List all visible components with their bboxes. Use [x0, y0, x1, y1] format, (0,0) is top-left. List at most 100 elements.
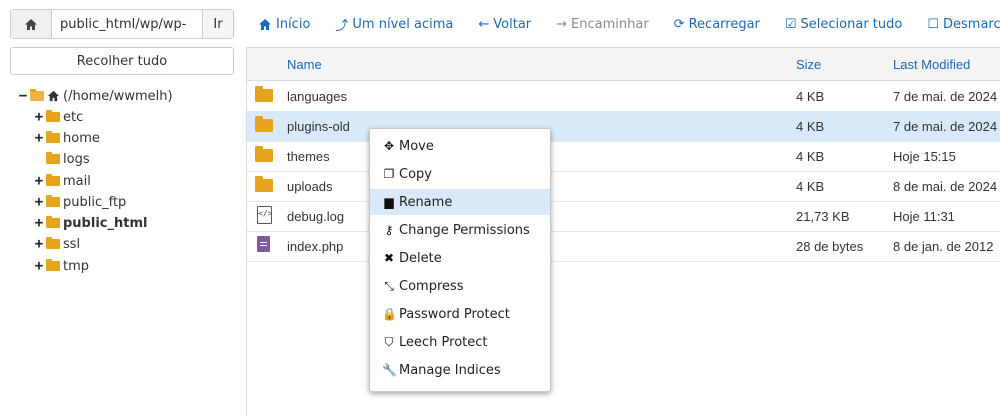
menu-item-compress[interactable]: ⤡ Compress	[370, 273, 550, 299]
column-header-size[interactable]: Size	[796, 57, 821, 72]
tree-item-logs[interactable]: logs	[34, 149, 90, 169]
forward-label: Encaminhar	[571, 16, 649, 32]
move-icon: ✥	[383, 139, 395, 153]
menu-item-label: Delete	[399, 250, 442, 266]
collapse-all-button[interactable]: Recolher tudo	[10, 47, 234, 75]
menu-item-password-protect[interactable]: 🔒 Password Protect	[370, 301, 550, 327]
table-row[interactable]: uploads 4 KB 8 de mai. de 2024	[247, 171, 1000, 202]
tree-item-public-html[interactable]: + public_html	[34, 213, 148, 233]
folder-open-icon	[30, 89, 44, 101]
file-size: 4 KB	[796, 179, 825, 194]
table-row[interactable]: languages 4 KB 7 de mai. de 2024	[247, 81, 1000, 112]
menu-item-delete[interactable]: ✖ Delete	[370, 245, 550, 271]
folder-icon	[46, 195, 60, 207]
tree-item-label: etc	[63, 109, 84, 125]
expand-toggle[interactable]: +	[34, 194, 44, 210]
menu-item-change-permissions[interactable]: ⚷ Change Permissions	[370, 217, 550, 243]
up-one-level-button[interactable]: ⤴ Um nível acima	[335, 15, 453, 34]
shield-icon: ⛉	[384, 334, 394, 349]
compress-icon: ⤡	[384, 278, 394, 293]
deselect-button[interactable]: ☐ Desmarcar	[927, 17, 1000, 32]
menu-item-label: Compress	[399, 278, 464, 294]
tree-item-home[interactable]: + home	[34, 128, 100, 148]
file-name: index.php	[287, 239, 344, 254]
file-modified: 7 de mai. de 2024	[893, 119, 998, 134]
select-all-button[interactable]: ☑ Selecionar tudo	[785, 17, 902, 32]
collapse-toggle[interactable]: −	[18, 88, 28, 104]
lock-icon: 🔒	[382, 307, 397, 321]
file-size: 28 de bytes	[796, 239, 864, 254]
file-size: 4 KB	[796, 89, 825, 104]
tree-root-label: (/home/wwmelh)	[63, 88, 173, 104]
home-icon	[25, 18, 37, 30]
tree-item-label: mail	[63, 173, 91, 189]
file-modified: Hoje 11:31	[893, 209, 955, 224]
menu-item-label: Copy	[399, 166, 432, 182]
folder-icon	[46, 237, 60, 249]
menu-item-manage-indices[interactable]: 🔧 Manage Indices	[370, 357, 550, 383]
x-icon: ✖	[383, 251, 395, 265]
folder-icon	[46, 259, 60, 271]
forward-button[interactable]: → Encaminhar	[556, 17, 649, 32]
folder-icon	[46, 174, 60, 186]
file-name: languages	[287, 89, 347, 104]
menu-item-label: Rename	[399, 194, 453, 210]
expand-toggle[interactable]: +	[34, 173, 44, 189]
menu-item-rename[interactable]: ▆ Rename	[370, 189, 550, 215]
context-menu: ✥ Move ❐ Copy ▆ Rename ⚷ Change Permissi…	[369, 128, 551, 392]
folder-icon	[46, 110, 60, 122]
checked-box-icon: ☑	[784, 16, 797, 32]
menu-item-leech-protect[interactable]: ⛉ Leech Protect	[370, 329, 550, 355]
tree-root[interactable]: − (/home/wwmelh)	[18, 86, 173, 106]
file-modified: Hoje 15:15	[893, 149, 956, 164]
file-name: debug.log	[287, 209, 345, 224]
file-modified: 8 de mai. de 2024	[893, 179, 998, 194]
expand-toggle[interactable]: +	[34, 109, 44, 125]
file-name: uploads	[287, 179, 333, 194]
tree-item-etc[interactable]: + etc	[34, 107, 83, 127]
home-icon	[47, 90, 60, 102]
key-icon: ⚷	[384, 223, 394, 237]
menu-item-move[interactable]: ✥ Move	[370, 133, 550, 159]
menu-item-label: Move	[399, 138, 434, 154]
menu-item-label: Change Permissions	[399, 222, 530, 238]
file-size: 4 KB	[796, 149, 825, 164]
home-nav-button[interactable]: Início	[258, 17, 310, 32]
tree-item-label: logs	[63, 151, 90, 167]
expand-toggle[interactable]: +	[34, 236, 44, 252]
menu-item-label: Manage Indices	[399, 362, 501, 378]
menu-item-label: Leech Protect	[399, 334, 488, 350]
table-header: Name Size Last Modified	[247, 48, 1000, 81]
menu-item-copy[interactable]: ❐ Copy	[370, 161, 550, 187]
up-one-level-label: Um nível acima	[352, 16, 454, 32]
tree-item-tmp[interactable]: + tmp	[34, 256, 89, 276]
reload-button[interactable]: ⟳ Recarregar	[674, 17, 760, 32]
tree-item-label: public_html	[63, 215, 148, 231]
go-button[interactable]: Ir	[202, 10, 233, 38]
path-input[interactable]	[52, 10, 202, 38]
column-header-modified[interactable]: Last Modified	[893, 57, 970, 72]
expand-toggle[interactable]: +	[34, 130, 44, 146]
file-size: 4 KB	[796, 119, 825, 134]
back-button[interactable]: ← Voltar	[478, 17, 531, 32]
left-pane: Ir Recolher tudo − (/home/wwmelh) + etc …	[0, 0, 240, 415]
folder-icon	[46, 152, 60, 164]
expand-toggle[interactable]: +	[34, 215, 44, 231]
tree-item-mail[interactable]: + mail	[34, 171, 91, 191]
column-header-name[interactable]: Name	[287, 57, 322, 72]
table-row-selected[interactable]: plugins-old 4 KB 7 de mai. de 2024	[247, 111, 1000, 142]
table-row[interactable]: index.php 28 de bytes 8 de jan. de 2012	[247, 231, 1000, 262]
level-up-icon: ⤴	[335, 18, 349, 34]
expand-toggle[interactable]: +	[34, 258, 44, 274]
home-button[interactable]	[11, 10, 52, 38]
empty-box-icon: ☐	[927, 16, 940, 32]
tree-item-label: public_ftp	[63, 194, 127, 210]
deselect-label: Desmarcar	[943, 16, 1000, 32]
file-table: Name Size Last Modified languages 4 KB 7…	[246, 47, 1000, 416]
table-row[interactable]: </> debug.log 21,73 KB Hoje 11:31	[247, 201, 1000, 232]
file-modified: 8 de jan. de 2012	[893, 239, 994, 254]
table-row[interactable]: themes 4 KB Hoje 15:15	[247, 141, 1000, 172]
tree-item-ssl[interactable]: + ssl	[34, 234, 80, 254]
home-nav-label: Início	[276, 16, 311, 32]
tree-item-public-ftp[interactable]: + public_ftp	[34, 192, 127, 212]
